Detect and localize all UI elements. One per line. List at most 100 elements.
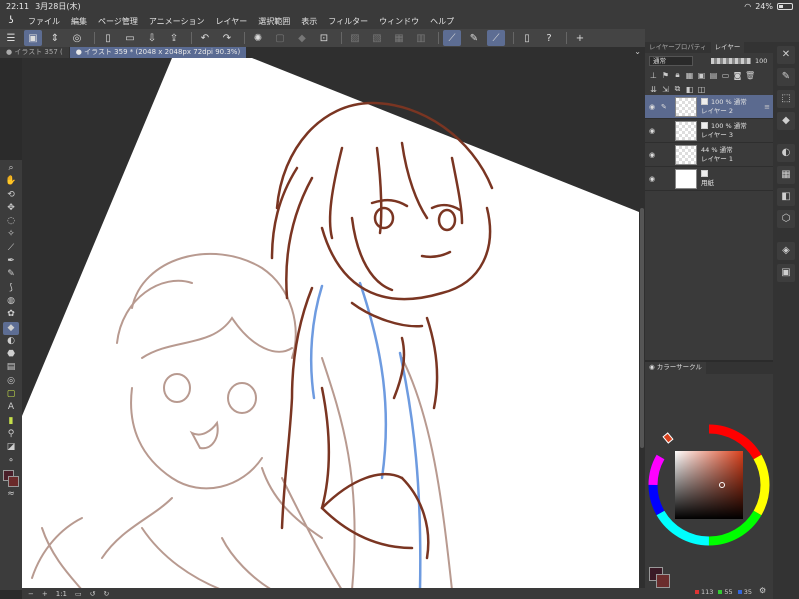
brush-icon[interactable]: ⟆: [3, 282, 19, 295]
brush-snap-icon[interactable]: ✎: [465, 30, 483, 46]
color-history-icon[interactable]: ◧: [777, 188, 795, 206]
new-file-icon[interactable]: ▯: [99, 30, 117, 46]
menu-view[interactable]: 表示: [301, 16, 317, 27]
zoom-in-icon[interactable]: +: [42, 590, 48, 598]
menu-edit[interactable]: 編集: [71, 16, 87, 27]
folder-icon[interactable]: ▭: [721, 71, 730, 80]
rotate-right-icon[interactable]: ↻: [104, 590, 110, 598]
redo-icon[interactable]: ↷: [218, 30, 236, 46]
line-snap-icon[interactable]: ⟋: [487, 30, 505, 46]
blend-icon[interactable]: ◐: [3, 335, 19, 348]
lasso-icon[interactable]: ◌: [3, 215, 19, 228]
tab-layer-property[interactable]: レイヤープロパティ: [645, 42, 711, 53]
zoom-level[interactable]: 1:1: [56, 590, 67, 598]
color-mix-icon[interactable]: ◪: [3, 441, 19, 454]
layer-row-2[interactable]: ◉ ✎ 100 % 通常 レイヤー 2 ≡: [645, 95, 773, 119]
color-wheel-panel-icon[interactable]: ◐: [777, 144, 795, 162]
tool-property-icon[interactable]: ⬚: [777, 90, 795, 108]
companion-icon[interactable]: ◎: [68, 30, 86, 46]
duplicate-icon[interactable]: ⧉: [673, 84, 682, 94]
save-icon[interactable]: ⇩: [143, 30, 161, 46]
crop-icon[interactable]: ▥: [412, 30, 430, 46]
transfer-icon[interactable]: ⇲: [661, 85, 670, 94]
merge-down-icon[interactable]: ⇊: [649, 85, 658, 94]
invert-selection-icon[interactable]: ▧: [368, 30, 386, 46]
stepper-icon[interactable]: ⇕: [46, 30, 64, 46]
menu-page[interactable]: ページ管理: [98, 16, 138, 27]
ruler-snap-icon[interactable]: ⟋: [443, 30, 461, 46]
transparent-color-icon[interactable]: ≈: [3, 488, 19, 501]
delete-layer-icon[interactable]: 🗑︎: [745, 71, 755, 80]
eye-icon[interactable]: ◉: [649, 175, 659, 183]
dropper-icon[interactable]: ⚬: [3, 455, 19, 468]
navigator-panel-icon[interactable]: ▣: [777, 264, 795, 282]
tab-illust-357[interactable]: ● イラスト 357 (: [0, 47, 69, 58]
menu-filter[interactable]: フィルター: [328, 16, 368, 27]
layer-row-3[interactable]: ◉ 100 % 通常 レイヤー 3: [645, 119, 773, 143]
new-vector-icon[interactable]: ▤: [709, 71, 718, 80]
layer-menu-icon[interactable]: ≡: [764, 103, 770, 111]
layer-tool-icon[interactable]: ▣: [24, 30, 42, 46]
opacity-slider[interactable]: [711, 58, 751, 64]
new-layer-icon[interactable]: ▣: [697, 71, 706, 80]
selection-border-icon[interactable]: ▦: [390, 30, 408, 46]
decoration-icon[interactable]: ✿: [3, 308, 19, 321]
color-circle[interactable]: [645, 374, 773, 599]
hamburger-menu-icon[interactable]: ☰: [2, 30, 20, 46]
blend-mode-select[interactable]: 通常: [649, 56, 693, 66]
reference-icon[interactable]: ⚑: [661, 71, 670, 80]
eraser-icon[interactable]: ◆: [3, 321, 19, 335]
open-folder-icon[interactable]: ▭: [121, 30, 139, 46]
opacity-value[interactable]: 100: [755, 57, 767, 65]
color-set-icon[interactable]: ▦: [777, 166, 795, 184]
main-color-swatch[interactable]: [3, 469, 19, 488]
help-icon[interactable]: ?: [540, 30, 558, 46]
eye-icon[interactable]: ◉: [649, 127, 659, 135]
menu-selection[interactable]: 選択範囲: [258, 16, 290, 27]
export-icon[interactable]: ⇪: [165, 30, 183, 46]
layer-row-paper[interactable]: ◉ 用紙: [645, 167, 773, 191]
layer-color-icon[interactable]: ◧: [685, 85, 694, 94]
layer-row-1[interactable]: ◉ 44 % 通常 レイヤー 1: [645, 143, 773, 167]
move-icon[interactable]: ✥: [3, 202, 19, 215]
loading-icon[interactable]: ✺: [249, 30, 267, 46]
magic-wand-icon[interactable]: ✧: [3, 228, 19, 241]
lock-transparent-icon[interactable]: ▦: [685, 71, 694, 80]
gradient-icon[interactable]: ▤: [3, 361, 19, 374]
layer-panel-icon[interactable]: ◈: [777, 242, 795, 260]
rotate-icon[interactable]: ⟲: [3, 189, 19, 202]
settings-icon[interactable]: ⚙: [759, 586, 766, 595]
layer-property-panel-icon[interactable]: ⬡: [777, 210, 795, 228]
deselect-icon[interactable]: ▨: [346, 30, 364, 46]
clear-icon[interactable]: ▢: [271, 30, 289, 46]
canvas-drawing[interactable]: [22, 58, 639, 590]
figure-icon[interactable]: ◎: [3, 375, 19, 388]
tab-layer[interactable]: レイヤー: [710, 42, 745, 53]
eye-icon[interactable]: ◉: [649, 151, 659, 159]
draft-icon[interactable]: ◫: [697, 85, 706, 94]
menu-window[interactable]: ウィンドウ: [379, 16, 419, 27]
menu-help[interactable]: ヘルプ: [430, 16, 454, 27]
add-icon[interactable]: +: [571, 30, 589, 46]
pencil-icon[interactable]: ✎: [3, 268, 19, 281]
close-panel-icon[interactable]: ✕: [777, 46, 795, 64]
eye-icon[interactable]: ◉: [649, 103, 659, 111]
airbrush-icon[interactable]: ◍: [3, 295, 19, 308]
zoom-out-icon[interactable]: −: [28, 590, 34, 598]
text-icon[interactable]: A: [3, 401, 19, 414]
balloon-icon[interactable]: ▮: [3, 415, 19, 428]
fit-icon[interactable]: ▭: [75, 590, 82, 598]
device-icon[interactable]: ▯: [518, 30, 536, 46]
zoom-icon[interactable]: ⌕: [3, 162, 19, 175]
fill-bucket-icon[interactable]: ⬣: [3, 348, 19, 361]
hue-handle[interactable]: [662, 432, 674, 444]
clip-icon[interactable]: ⊥: [649, 71, 658, 80]
canvas-area[interactable]: [22, 58, 639, 590]
fill-icon[interactable]: ◆: [293, 30, 311, 46]
menu-layer[interactable]: レイヤー: [216, 16, 248, 27]
transform-icon[interactable]: ⊡: [315, 30, 333, 46]
correct-line-icon[interactable]: ⚲: [3, 428, 19, 441]
pen-icon[interactable]: ✒: [3, 255, 19, 268]
eyedropper-icon[interactable]: ⟋: [3, 242, 19, 255]
hand-icon[interactable]: ✋: [3, 175, 19, 188]
